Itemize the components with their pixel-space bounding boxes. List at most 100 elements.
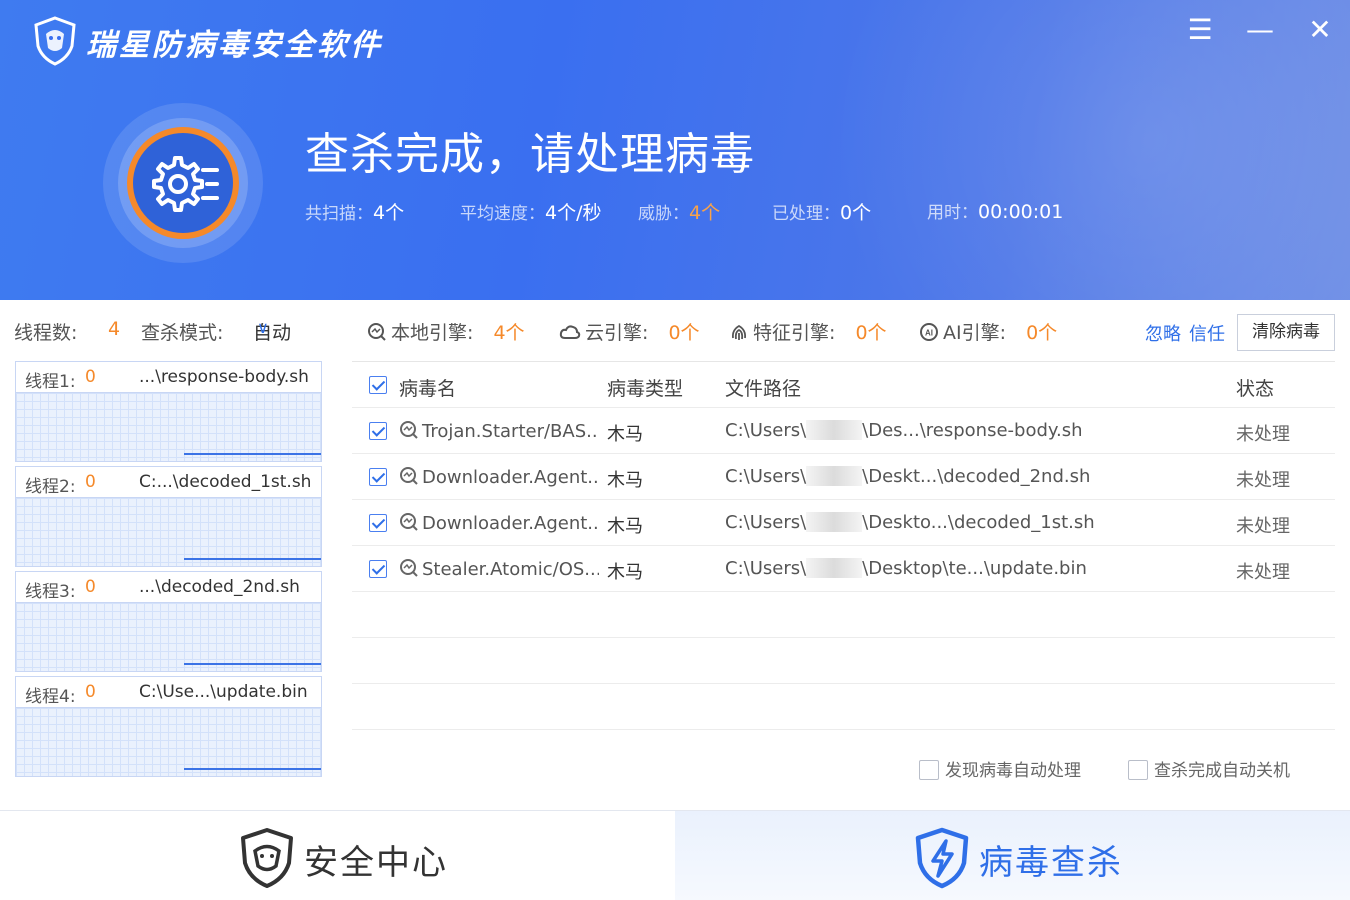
nav-virus-scan-label: 病毒查杀 <box>979 843 1123 883</box>
file-path-suffix: \Desktop\te...\update.bin <box>862 558 1087 579</box>
scan-settings-row: 线程数: 4 查杀模式: 自动 ∨ <box>14 318 334 348</box>
stat-label: 威胁： <box>638 204 689 224</box>
bottom-nav: 安全中心 病毒查杀 <box>0 810 1350 900</box>
close-button[interactable]: ✕ <box>1302 12 1338 48</box>
table-row-empty <box>352 684 1335 730</box>
svg-text:AI: AI <box>925 329 933 338</box>
file-path-prefix: C:\Users\ <box>725 466 807 487</box>
thread-current-file: ...\response-body.sh <box>139 367 309 387</box>
local-engine-icon <box>368 323 386 341</box>
scan-mode-label: 查杀模式: <box>141 322 224 344</box>
file-path-prefix: C:\Users\ <box>725 558 807 579</box>
graph-line <box>184 453 321 455</box>
engine-signature: 特征引擎: 0个 <box>729 318 887 345</box>
thread-label: 线程2: <box>25 477 76 497</box>
table-row-empty <box>352 638 1335 684</box>
thread-header: 线程3: 0 ...\decoded_2nd.sh <box>16 572 321 603</box>
virus-name: Stealer.Atomic/OS... <box>399 558 599 580</box>
auto-shutdown-option[interactable]: 查杀完成自动关机 <box>1128 756 1290 781</box>
file-path: C:\Users\ \Des...\response-body.sh <box>725 420 1083 441</box>
menu-button[interactable]: ☰ <box>1182 12 1218 48</box>
row-checkbox[interactable] <box>369 468 387 486</box>
thread-header: 线程1: 0 ...\response-body.sh <box>16 362 321 393</box>
virus-scan-icon <box>400 421 418 439</box>
virus-name-text: Stealer.Atomic/OS... <box>422 559 599 580</box>
auto-handle-label: 发现病毒自动处理 <box>945 761 1081 781</box>
thread-label: 线程4: <box>25 687 76 707</box>
chevron-down-icon: ∨ <box>257 318 269 337</box>
engine-ai: AI AI引擎: 0个 <box>919 318 1057 345</box>
virus-name: Downloader.Agent... <box>399 466 599 488</box>
table-row[interactable]: Trojan.Starter/BAS... 木马 C:\Users\ \Des..… <box>352 408 1335 454</box>
virus-name: Downloader.Agent... <box>399 512 599 534</box>
thread-panel-2: 线程2: 0 C:...\decoded_1st.sh <box>15 466 322 567</box>
virus-table: 病毒名 病毒类型 文件路径 状态 Trojan.Starter/BAS... 木… <box>352 361 1335 733</box>
engine-cloud: 云引擎: 0个 <box>559 318 700 345</box>
column-header-name: 病毒名 <box>399 378 457 400</box>
graph-line <box>184 768 321 770</box>
redacted-username <box>806 512 863 532</box>
table-row[interactable]: Downloader.Agent... 木马 C:\Users\ \Deskt..… <box>352 454 1335 500</box>
stat-threats: 威胁：4个 <box>638 198 720 225</box>
row-checkbox[interactable] <box>369 422 387 440</box>
thread-panel-1: 线程1: 0 ...\response-body.sh <box>15 361 322 462</box>
thread-label: 线程3: <box>25 582 76 602</box>
thread-activity-graph <box>16 708 321 776</box>
thread-activity-graph <box>16 603 321 671</box>
row-checkbox[interactable] <box>369 560 387 578</box>
ignore-button[interactable]: 忽略 <box>1145 320 1181 346</box>
table-header-row: 病毒名 病毒类型 文件路径 状态 <box>352 362 1335 408</box>
select-all-checkbox[interactable] <box>369 376 387 394</box>
thread-count: 0 <box>85 682 96 702</box>
column-header-type: 病毒类型 <box>607 378 684 400</box>
thread-label: 线程1: <box>25 372 76 392</box>
gear-icon <box>152 156 219 212</box>
thread-count: 0 <box>85 367 96 387</box>
virus-name-text: Downloader.Agent... <box>422 513 599 534</box>
table-row-empty <box>352 592 1335 638</box>
lion-shield-icon <box>241 828 293 888</box>
stat-speed: 平均速度：4个/秒 <box>460 198 602 225</box>
table-row[interactable]: Downloader.Agent... 木马 C:\Users\ \Deskto.… <box>352 500 1335 546</box>
nav-security-center[interactable]: 安全中心 <box>0 811 675 900</box>
stat-label: 用时： <box>927 203 978 223</box>
thread-panel-3: 线程3: 0 ...\decoded_2nd.sh <box>15 571 322 672</box>
virus-type: 木马 <box>607 516 643 537</box>
thread-count: 0 <box>85 577 96 597</box>
auto-handle-option[interactable]: 发现病毒自动处理 <box>919 756 1081 781</box>
engine-label: AI引擎: <box>943 322 1007 344</box>
thread-activity-graph <box>16 498 321 566</box>
stat-label: 共扫描： <box>305 204 373 224</box>
stat-handled: 已处理：0个 <box>772 198 871 225</box>
cloud-icon <box>559 325 581 339</box>
trust-button[interactable]: 信任 <box>1189 320 1225 346</box>
status-text: 未处理 <box>1236 516 1290 537</box>
redacted-username <box>806 420 863 440</box>
nav-virus-scan[interactable]: 病毒查杀 <box>675 811 1350 900</box>
stat-label: 已处理： <box>772 204 840 224</box>
auto-shutdown-label: 查杀完成自动关机 <box>1154 761 1290 781</box>
row-checkbox[interactable] <box>369 514 387 532</box>
stat-value: 00:00:01 <box>978 201 1064 223</box>
table-row[interactable]: Stealer.Atomic/OS... 木马 C:\Users\ \Deskto… <box>352 546 1335 592</box>
file-path: C:\Users\ \Deskt...\decoded_2nd.sh <box>725 466 1090 487</box>
virus-scan-icon <box>400 559 418 577</box>
rising-lion-logo-icon <box>34 16 76 66</box>
thread-current-file: C:...\decoded_1st.sh <box>139 472 312 492</box>
file-path: C:\Users\ \Desktop\te...\update.bin <box>725 558 1087 579</box>
virus-scan-icon <box>400 513 418 531</box>
thread-count-label: 线程数: <box>14 322 78 344</box>
status-text: 未处理 <box>1236 424 1290 445</box>
auto-handle-checkbox[interactable] <box>919 760 939 780</box>
clear-virus-button[interactable]: 清除病毒 <box>1237 314 1335 351</box>
fingerprint-icon <box>731 324 747 340</box>
file-path-prefix: C:\Users\ <box>725 420 807 441</box>
stat-label: 平均速度： <box>460 204 545 224</box>
auto-shutdown-checkbox[interactable] <box>1128 760 1148 780</box>
virus-type: 木马 <box>607 470 643 491</box>
engine-value: 0个 <box>1026 322 1058 344</box>
status-text: 未处理 <box>1236 470 1290 491</box>
minimize-button[interactable]: — <box>1242 12 1278 48</box>
stat-value: 4个 <box>373 202 405 224</box>
file-path: C:\Users\ \Deskto...\decoded_1st.sh <box>725 512 1095 533</box>
